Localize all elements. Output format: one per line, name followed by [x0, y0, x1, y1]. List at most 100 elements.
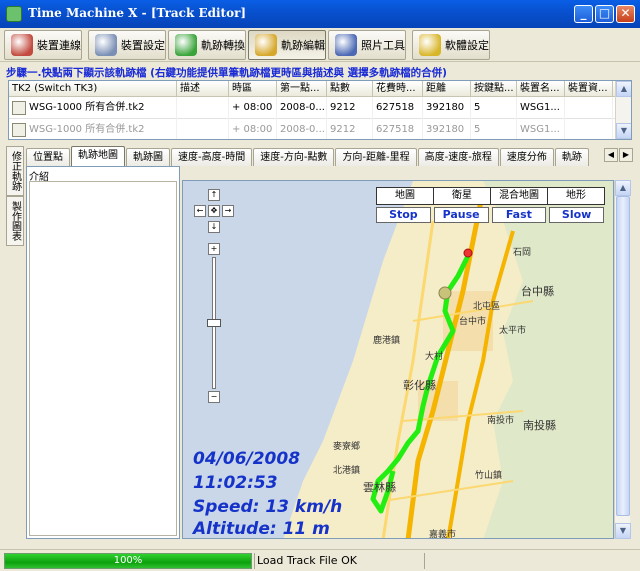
- toolbar-track-edit-button[interactable]: 軌跡編輯: [248, 30, 326, 60]
- track-convert-icon: [175, 34, 197, 56]
- column-header[interactable]: TK2 (Switch TK3): [9, 81, 177, 97]
- tab-scroll-right-icon[interactable]: ▶: [619, 148, 633, 162]
- zoom-slider-handle[interactable]: [207, 319, 221, 327]
- column-header[interactable]: 描述: [177, 81, 229, 97]
- track-file-icon: [12, 123, 26, 137]
- tab-8[interactable]: 軌跡: [554, 148, 589, 166]
- map-place-label: 彰化縣: [403, 379, 436, 392]
- track-map[interactable]: 台中縣 台中市 太平市 北屯區 彰化縣 南投市 南投縣 雲林縣 竹山鎮 嘉義市 鹿港鎮 麥寮鄉 北港鎮 大…: [182, 180, 614, 539]
- pause-button[interactable]: Pause: [433, 207, 489, 223]
- map-place-label: 太平市: [499, 326, 527, 336]
- map-scroll-up-icon[interactable]: ▲: [615, 180, 631, 196]
- title-bar: Time Machine X - [Track Editor] _ □ ✕: [0, 0, 640, 28]
- tab-scroll-left-icon[interactable]: ◀: [604, 148, 618, 162]
- map-place-label: 雲林縣: [363, 481, 396, 494]
- track-table: TK2 (Switch TK3) 描述 時區 第一點... 點數 花費時... 距離 按鍵點.…: [8, 80, 632, 140]
- pan-up-icon[interactable]: ↑: [208, 189, 220, 201]
- stop-button[interactable]: Stop: [376, 207, 431, 223]
- column-header[interactable]: 第一點...: [277, 81, 327, 97]
- slow-button[interactable]: Slow: [549, 207, 604, 223]
- column-header[interactable]: 距離: [423, 81, 471, 97]
- track-table-header: TK2 (Switch TK3) 描述 時區 第一點... 點數 花費時... 距離 按鍵點.…: [9, 81, 631, 97]
- column-header[interactable]: 花費時...: [373, 81, 423, 97]
- view-tabs: 位置點 軌跡地圖 軌跡圖 速度-高度-時間 速度-方向-點數 方向-距離-里程 高度-速度-…: [26, 146, 632, 166]
- tab-7[interactable]: 速度分佈: [499, 148, 554, 166]
- side-tab-fix-track[interactable]: 修正軌跡: [6, 146, 24, 196]
- tab-5[interactable]: 方向-距離-里程: [335, 148, 417, 166]
- column-header[interactable]: 裝置名...: [517, 81, 565, 97]
- road: [382, 480, 514, 502]
- table-row[interactable]: WSG-1000 所有合併.tk2 + 08:00 2008-0... 9212 627…: [9, 97, 631, 119]
- column-header[interactable]: 按鍵點...: [471, 81, 517, 97]
- toolbar-device-settings-button[interactable]: 裝置設定: [88, 30, 166, 60]
- map-type-map[interactable]: 地圖: [376, 187, 434, 205]
- intro-textbox[interactable]: [29, 181, 177, 536]
- table-cell: [565, 97, 613, 119]
- tab-2[interactable]: 軌跡圖: [126, 148, 170, 166]
- map-place-label: 北屯區: [473, 302, 501, 312]
- pan-right-icon[interactable]: →: [222, 205, 234, 217]
- zoom-out-icon[interactable]: −: [208, 391, 220, 403]
- map-scroll-thumb[interactable]: [616, 196, 630, 516]
- tab-6[interactable]: 高度-速度-旅程: [417, 148, 499, 166]
- device-connect-icon: [11, 34, 33, 56]
- map-type-selector: 地圖 衛星 混合地圖 地形: [376, 187, 605, 205]
- map-place-label: 鹿港鎮: [373, 336, 401, 346]
- table-cell: 392180: [423, 97, 471, 119]
- table-cell: [177, 119, 229, 139]
- track-table-scrollbar[interactable]: ▲ ▼: [615, 81, 631, 139]
- pan-down-icon[interactable]: ↓: [208, 221, 220, 233]
- table-cell: 9212: [327, 119, 373, 139]
- tab-1[interactable]: 軌跡地圖: [71, 146, 125, 166]
- map-type-satellite[interactable]: 衛星: [433, 187, 491, 205]
- table-cell: WSG1...: [517, 119, 565, 139]
- tab-4[interactable]: 速度-方向-點數: [253, 148, 335, 166]
- table-cell: WSG-1000 所有合併.tk2: [9, 97, 177, 119]
- status-message: Load Track File OK: [254, 553, 424, 569]
- fast-button[interactable]: Fast: [491, 207, 547, 223]
- app-icon: [6, 6, 22, 22]
- table-cell: 627518: [373, 119, 423, 139]
- minimize-button[interactable]: _: [574, 5, 593, 23]
- start-marker: [438, 286, 452, 300]
- table-cell: 392180: [423, 119, 471, 139]
- tab-0[interactable]: 位置點: [26, 148, 70, 166]
- table-cell: 5: [471, 97, 517, 119]
- close-button[interactable]: ✕: [616, 5, 635, 23]
- map-place-label: 大村: [425, 352, 444, 362]
- map-place-label: 麥寮鄉: [333, 442, 361, 452]
- table-cell: + 08:00: [229, 97, 277, 119]
- toolbar-software-settings-button[interactable]: 軟體設定: [412, 30, 490, 60]
- table-cell: 2008-0...: [277, 97, 327, 119]
- map-type-terrain[interactable]: 地形: [547, 187, 605, 205]
- photo-tool-icon: [335, 34, 357, 56]
- map-scrollbar[interactable]: ▲ ▼: [614, 180, 631, 539]
- column-header[interactable]: 裝置資...: [565, 81, 613, 97]
- scroll-up-icon[interactable]: ▲: [616, 81, 631, 97]
- scroll-down-icon[interactable]: ▼: [616, 123, 631, 139]
- toolbar-device-connect-button[interactable]: 裝置連線: [4, 30, 82, 60]
- map-place-label: 台中縣: [521, 285, 554, 298]
- pan-center-icon[interactable]: ✥: [208, 205, 220, 217]
- toolbar-photo-tool-button[interactable]: 照片工具: [328, 30, 406, 60]
- column-header[interactable]: 時區: [229, 81, 277, 97]
- overlay-date: 04/06/2008: [193, 449, 301, 469]
- map-scroll-down-icon[interactable]: ▼: [615, 523, 631, 539]
- table-row[interactable]: WSG-1000 所有合併.tk2 + 08:00 2008-0... 9212 627…: [9, 119, 631, 139]
- tab-3[interactable]: 速度-高度-時間: [171, 148, 253, 166]
- step-instruction: 步驟一.快點兩下顯示該軌跡檔 (右鍵功能提供單筆軌跡檔更時區與描述與 選擇多軌跡…: [6, 67, 447, 79]
- maximize-button[interactable]: □: [595, 5, 614, 23]
- side-tab-make-chart[interactable]: 製作圖表: [6, 196, 24, 246]
- pan-left-icon[interactable]: ←: [194, 205, 206, 217]
- table-cell: 627518: [373, 97, 423, 119]
- map-type-hybrid[interactable]: 混合地圖: [490, 187, 548, 205]
- mountain-area: [483, 181, 613, 538]
- window-title: Time Machine X - [Track Editor]: [28, 6, 247, 20]
- intro-panel: 介紹: [26, 166, 180, 539]
- map-place-label: 南投市: [487, 416, 515, 426]
- map-place-label: 北港鎮: [333, 466, 361, 476]
- zoom-in-icon[interactable]: +: [208, 243, 220, 255]
- map-place-label: 嘉義市: [429, 530, 457, 539]
- column-header[interactable]: 點數: [327, 81, 373, 97]
- toolbar-track-convert-button[interactable]: 軌跡轉換: [168, 30, 246, 60]
